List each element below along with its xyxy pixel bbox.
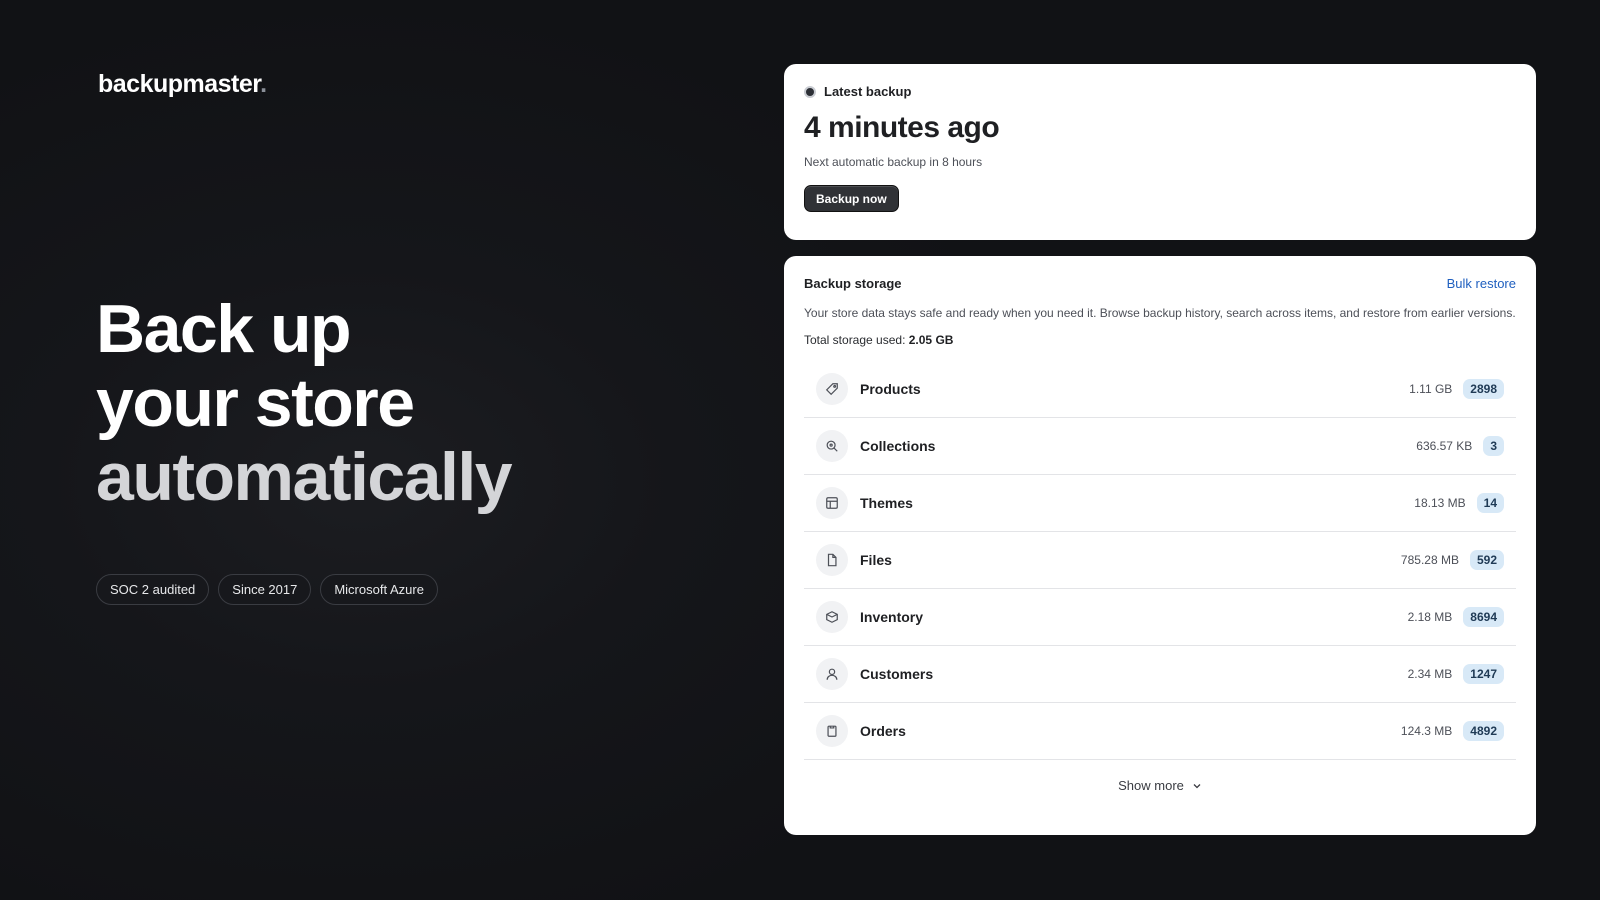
storage-total: Total storage used: 2.05 GB (804, 333, 1516, 347)
row-name: Collections (860, 438, 936, 454)
storage-row-collections[interactable]: Collections 636.57 KB 3 (804, 418, 1516, 475)
file-icon (816, 544, 848, 576)
show-more-button[interactable]: Show more (804, 778, 1516, 793)
storage-total-value: 2.05 GB (908, 333, 954, 347)
latest-backup-label: Latest backup (824, 84, 912, 99)
hero-line-1: Back up (96, 291, 352, 367)
storage-total-label: Total storage used: (804, 333, 906, 347)
badge-soc2: SOC 2 audited (96, 574, 210, 605)
layout-icon (816, 487, 848, 519)
hero-heading: Back up your store automatically (96, 291, 513, 515)
hero-line-2: your store (96, 365, 415, 441)
row-count-badge: 8694 (1463, 607, 1504, 627)
row-name: Products (860, 381, 921, 397)
bulk-restore-link[interactable]: Bulk restore (1447, 276, 1516, 291)
storage-row-customers[interactable]: Customers 2.34 MB 1247 (804, 646, 1516, 703)
row-name: Inventory (860, 609, 924, 625)
user-icon (816, 658, 848, 690)
row-size: 18.13 MB (1414, 496, 1466, 510)
latest-backup-time: 4 minutes ago (804, 111, 1000, 144)
storage-header: Backup storage Bulk restore (804, 276, 1516, 291)
box-icon (816, 601, 848, 633)
storage-row-themes[interactable]: Themes 18.13 MB 14 (804, 475, 1516, 532)
storage-list: Products 1.11 GB 2898 Collections 636.57… (804, 361, 1516, 760)
row-name: Customers (860, 666, 934, 682)
storage-title: Backup storage (804, 276, 902, 291)
row-size: 1.11 GB (1409, 382, 1453, 396)
next-backup-text: Next automatic backup in 8 hours (804, 155, 983, 169)
storage-row-orders[interactable]: Orders 124.3 MB 4892 (804, 703, 1516, 760)
brand-logo: backupmaster. (98, 70, 267, 99)
row-name: Themes (860, 495, 913, 511)
row-size: 785.28 MB (1400, 553, 1459, 567)
trust-badges: SOC 2 audited Since 2017 Microsoft Azure (96, 574, 438, 605)
row-count-badge: 14 (1476, 493, 1504, 513)
order-icon (816, 715, 848, 747)
latest-backup-header: Latest backup (804, 84, 1516, 99)
backup-now-button[interactable]: Backup now (804, 185, 899, 212)
row-size: 2.18 MB (1407, 610, 1453, 624)
row-size: 2.34 MB (1407, 667, 1453, 681)
storage-description: Your store data stays safe and ready whe… (804, 306, 1516, 320)
chevron-down-icon (1193, 783, 1201, 788)
row-count-badge: 592 (1469, 550, 1504, 570)
badge-since: Since 2017 (218, 574, 312, 605)
brand-name: backupmaster (98, 70, 261, 98)
row-size: 636.57 KB (1416, 439, 1473, 453)
row-name: Orders (860, 723, 906, 739)
row-size: 124.3 MB (1400, 724, 1453, 738)
badge-azure: Microsoft Azure (320, 574, 438, 605)
row-count-badge: 4892 (1463, 721, 1504, 741)
latest-backup-card: Latest backup 4 minutes ago Next automat… (784, 64, 1536, 240)
row-name: Files (860, 552, 892, 568)
backup-storage-card: Backup storage Bulk restore Your store d… (784, 256, 1536, 835)
hero-line-3: automatically (96, 439, 513, 515)
brand-dot: . (260, 70, 267, 98)
row-count-badge: 2898 (1463, 379, 1504, 399)
storage-row-products[interactable]: Products 1.11 GB 2898 (804, 361, 1516, 418)
row-count-badge: 1247 (1463, 664, 1504, 684)
row-count-badge: 3 (1483, 436, 1504, 456)
storage-row-files[interactable]: Files 785.28 MB 592 (804, 532, 1516, 589)
show-more-label: Show more (1118, 778, 1184, 793)
status-dot-icon (804, 85, 816, 98)
search-icon (816, 430, 848, 462)
storage-row-inventory[interactable]: Inventory 2.18 MB 8694 (804, 589, 1516, 646)
tag-icon (816, 373, 848, 405)
